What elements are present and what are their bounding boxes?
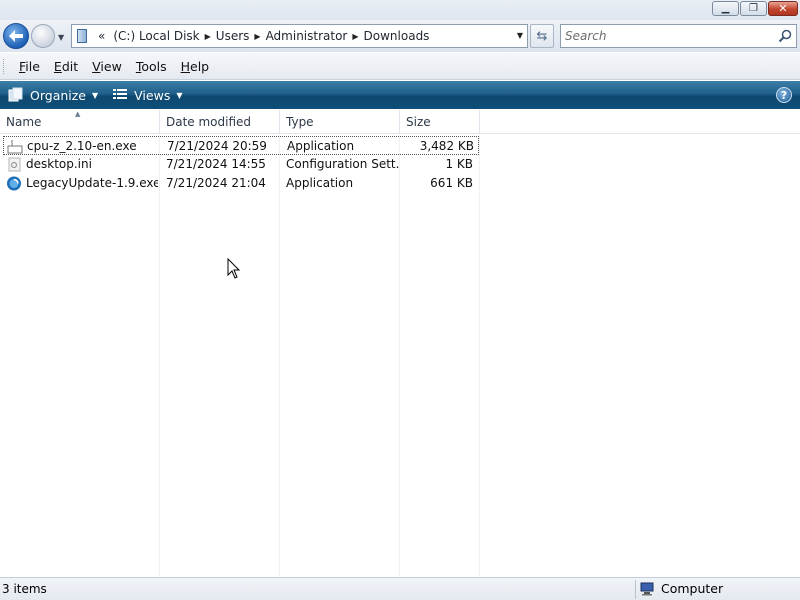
column-header-size-label: Size (406, 115, 431, 129)
column-headers: ▲ Name Date modified Type Size (0, 110, 800, 134)
menu-edit-label: dit (61, 58, 79, 74)
column-header-name-label: Name (6, 115, 42, 129)
back-arrow-icon (9, 30, 23, 42)
chevron-down-icon: ▼ (92, 90, 99, 100)
breadcrumb-overflow[interactable]: « (94, 29, 109, 43)
menu-view[interactable]: View (85, 59, 129, 74)
status-zone-label: Computer (661, 581, 724, 596)
file-list: cpu-z_2.10-en.exe 7/21/2024 20:59 Applic… (0, 135, 800, 576)
file-name[interactable]: LegacyUpdate-1.9.exe (3, 174, 158, 193)
status-bar: 3 items Computer (0, 577, 800, 600)
file-date: 7/21/2024 21:04 (166, 176, 266, 190)
menu-tools[interactable]: Tools (129, 59, 174, 74)
views-icon (113, 89, 128, 99)
window-controls: ▁ ❐ ✕ (712, 1, 798, 16)
file-name[interactable]: desktop.ini (3, 155, 158, 174)
maximize-icon: ❐ (749, 3, 758, 14)
command-toolbar: Organize ▼ Views ▼ ? (0, 81, 800, 109)
column-divider (399, 135, 400, 576)
menu-grip (3, 59, 6, 74)
breadcrumb-users[interactable]: Users (212, 29, 254, 43)
menu-file[interactable]: File (12, 59, 47, 74)
help-icon[interactable]: ? (776, 87, 792, 103)
close-button[interactable]: ✕ (768, 1, 798, 16)
breadcrumb-local-disk[interactable]: (C:) Local Disk (109, 29, 203, 43)
column-header-date[interactable]: Date modified (160, 110, 280, 134)
search-input[interactable] (565, 28, 765, 44)
column-divider (479, 135, 480, 576)
chevron-right-icon[interactable]: ▶ (351, 32, 359, 41)
address-bar[interactable]: « (C:) Local Disk ▶ Users ▶ Administrato… (71, 24, 528, 48)
maximize-button[interactable]: ❐ (740, 1, 767, 16)
file-name[interactable]: cpu-z_2.10-en.exe (4, 137, 159, 156)
refresh-icon: ⇆ (536, 28, 548, 44)
file-date: 7/21/2024 14:55 (166, 157, 266, 171)
status-zone: Computer (640, 581, 723, 596)
refresh-button[interactable]: ⇆ (530, 24, 554, 48)
table-row[interactable]: LegacyUpdate-1.9.exe 7/21/2024 21:04 App… (3, 174, 479, 193)
file-size: 661 KB (430, 176, 473, 190)
menu-edit-accel: E (53, 58, 62, 74)
recent-pages-dropdown[interactable]: ▼ (58, 33, 64, 42)
menu-edit[interactable]: Edit (47, 59, 85, 74)
column-header-size[interactable]: Size (400, 110, 480, 134)
menu-tools-label: ools (141, 58, 167, 74)
forward-button[interactable] (31, 24, 55, 48)
navigation-bar: ▼ « (C:) Local Disk ▶ Users ▶ Administra… (0, 20, 800, 52)
breadcrumb-downloads[interactable]: Downloads (360, 29, 434, 43)
menu-bar: File Edit View Tools Help (0, 53, 800, 80)
views-label: Views (134, 87, 171, 103)
file-size: 1 KB (445, 157, 473, 171)
views-button[interactable]: Views ▼ (104, 81, 188, 109)
folder-location-icon (77, 29, 87, 43)
menu-help[interactable]: Help (174, 59, 217, 74)
search-box[interactable] (560, 24, 797, 48)
column-header-name[interactable]: ▲ Name (0, 110, 160, 134)
search-icon[interactable] (778, 29, 792, 43)
column-header-type[interactable]: Type (280, 110, 400, 134)
chevron-right-icon[interactable]: ▶ (253, 32, 261, 41)
back-button[interactable] (3, 23, 29, 49)
column-divider (279, 135, 280, 576)
status-divider (635, 580, 636, 599)
file-type: Application (287, 139, 355, 153)
file-size: 3,482 KB (419, 139, 474, 153)
menu-file-label: ile (25, 58, 40, 74)
item-count: 3 items (2, 582, 47, 596)
breadcrumb: « (C:) Local Disk ▶ Users ▶ Administrato… (94, 29, 433, 43)
breadcrumb-administrator[interactable]: Administrator (262, 29, 352, 43)
menu-help-label: elp (190, 58, 210, 74)
file-type: Application (286, 176, 354, 190)
menu-view-label: iew (100, 58, 122, 74)
computer-icon (640, 582, 654, 595)
chevron-down-icon[interactable]: ▼ (176, 91, 182, 100)
column-divider (159, 135, 160, 576)
file-date: 7/21/2024 20:59 (167, 139, 267, 153)
table-row[interactable]: desktop.ini 7/21/2024 14:55 Configuratio… (3, 155, 479, 174)
minimize-icon: ▁ (721, 3, 730, 14)
table-row[interactable]: cpu-z_2.10-en.exe 7/21/2024 20:59 Applic… (3, 136, 479, 155)
column-header-date-label: Date modified (166, 115, 252, 129)
minimize-button[interactable]: ▁ (712, 1, 739, 16)
chevron-right-icon[interactable]: ▶ (204, 32, 212, 41)
organize-label: Organize (30, 87, 86, 103)
title-bar: ▁ ❐ ✕ (0, 0, 800, 20)
menu-help-accel: H (180, 58, 191, 74)
column-header-type-label: Type (286, 115, 314, 129)
organize-icon (8, 87, 23, 102)
mouse-cursor-icon (227, 258, 241, 279)
sort-ascending-icon: ▲ (75, 110, 81, 118)
organize-button[interactable]: Organize ▼ (0, 81, 104, 109)
close-icon: ✕ (778, 2, 788, 15)
file-type: Configuration Sett... (286, 157, 399, 171)
address-dropdown-icon[interactable]: ▼ (517, 31, 523, 40)
